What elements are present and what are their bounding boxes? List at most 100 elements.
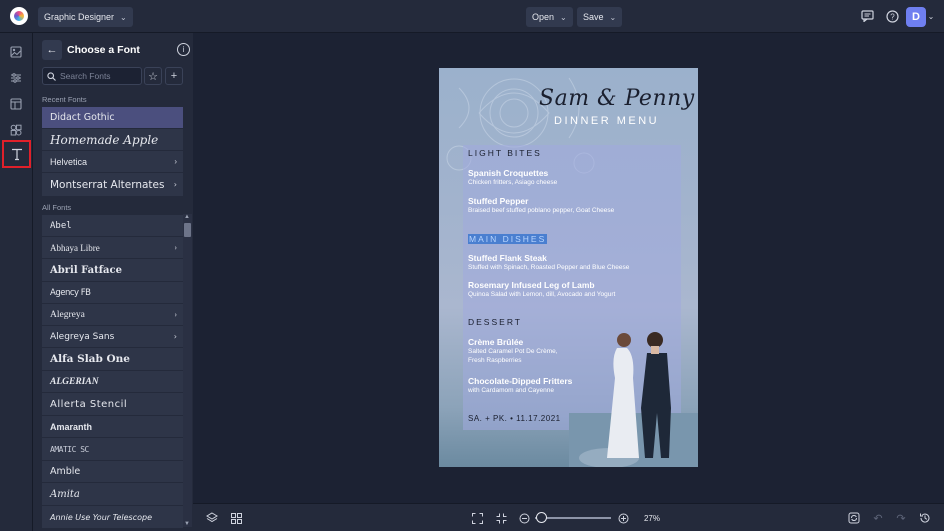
couple-photo	[569, 332, 698, 467]
font-name: AMATIC SC	[50, 444, 89, 454]
canvas-area: Sam & Penny DINNER MENU LIGHT BITES Span…	[193, 33, 944, 503]
font-item-alegreya[interactable]: Alegreya ›	[42, 304, 183, 325]
tool-rail	[0, 33, 33, 531]
top-bar: Graphic Designer ⌄ Open ⌄ Save ⌄ ? D ⌄	[0, 0, 944, 33]
dish-desc: Chicken fritters, Asiago cheese	[468, 179, 558, 186]
chevron-down-icon: ⌄	[560, 12, 567, 22]
panel-title: Choose a Font	[67, 44, 140, 56]
sliders-icon[interactable]	[6, 68, 26, 88]
zoom-out-icon[interactable]	[517, 511, 531, 525]
chevron-down-icon: ⌄	[120, 12, 127, 22]
dish-desc-line2: Fresh Raspberries	[468, 357, 522, 364]
zoom-slider-handle[interactable]	[536, 512, 547, 523]
design-subtitle: DINNER MENU	[554, 115, 660, 127]
font-item-algerian[interactable]: ALGERIAN	[42, 371, 183, 392]
grid-icon[interactable]	[229, 511, 243, 525]
font-item-amita[interactable]: Amita	[42, 483, 183, 505]
font-item-abril-fatface[interactable]: Abril Fatface	[42, 259, 183, 281]
section-heading: LIGHT BITES	[468, 148, 542, 158]
font-list-scrollbar[interactable]: ▲ ▼	[183, 214, 192, 527]
layout-icon[interactable]	[6, 94, 26, 114]
font-item-amble[interactable]: Amble	[42, 461, 183, 482]
font-name: Abhaya Libre	[50, 242, 100, 253]
comment-icon[interactable]	[857, 6, 877, 26]
font-item-homemade-apple[interactable]: Homemade Apple	[42, 129, 183, 150]
dish-name: Chocolate-Dipped Fritters	[468, 376, 573, 386]
search-input[interactable]	[60, 71, 136, 81]
undo-icon[interactable]: ↶	[871, 511, 885, 525]
fit-screen-icon[interactable]	[470, 511, 484, 525]
font-item-didact-gothic[interactable]: Didact Gothic	[42, 107, 183, 128]
favorites-star-icon[interactable]: ☆	[144, 67, 162, 85]
font-item-alegreya-sans[interactable]: Alegreya Sans ›	[42, 326, 183, 347]
text-tool-icon[interactable]	[2, 140, 31, 168]
font-item-amatic-sc[interactable]: AMATIC SC	[42, 438, 183, 460]
section-heading: DESSERT	[468, 317, 522, 327]
dish-desc: Quinoa Salad with Lemon, dill, Avocado a…	[468, 291, 616, 298]
font-item-allerta-stencil[interactable]: Allerta Stencil	[42, 393, 183, 415]
zoom-level[interactable]: 27%	[637, 511, 667, 525]
font-panel: ← Choose a Font i ☆ + Recent Fonts Didac…	[33, 33, 193, 531]
dish-desc: Stuffed with Spinach, Roasted Pepper and…	[468, 264, 630, 271]
sync-icon[interactable]	[847, 511, 861, 525]
save-label: Save	[583, 12, 604, 22]
actual-size-icon[interactable]	[494, 511, 508, 525]
design-canvas[interactable]: Sam & Penny DINNER MENU LIGHT BITES Span…	[439, 68, 698, 467]
layers-icon[interactable]	[205, 511, 219, 525]
back-arrow-icon[interactable]: ←	[42, 40, 62, 60]
dish-name: Rosemary Infused Leg of Lamb	[468, 280, 595, 290]
design-title: Sam & Penny	[539, 86, 695, 111]
scroll-down-icon[interactable]: ▼	[184, 521, 190, 527]
font-name: Didact Gothic	[50, 112, 115, 123]
info-icon[interactable]: i	[177, 43, 190, 56]
font-name: Annie Use Your Telescope	[50, 512, 153, 522]
workspace-dropdown[interactable]: Graphic Designer ⌄	[38, 7, 133, 27]
dish-name: Crème Brûlée	[468, 337, 524, 347]
font-item-abhaya-libre[interactable]: Abhaya Libre ›	[42, 237, 183, 258]
chevron-right-icon: ›	[174, 310, 177, 319]
save-button[interactable]: Save ⌄	[577, 7, 623, 27]
font-item-helvetica[interactable]: Helvetica ›	[42, 151, 183, 172]
font-name: Amita	[50, 488, 80, 500]
history-icon[interactable]	[918, 511, 932, 525]
dish-desc: Braised beef stuffed poblano pepper, Goa…	[468, 207, 615, 214]
font-name: Agency FB	[50, 287, 91, 298]
font-item-montserrat-alternates[interactable]: Montserrat Alternates ›	[42, 173, 183, 196]
user-avatar[interactable]: D	[906, 7, 926, 27]
all-fonts-label: All Fonts	[42, 203, 72, 212]
dish-desc: Salted Caramel Pot De Crème,	[468, 348, 558, 355]
scroll-up-icon[interactable]: ▲	[184, 214, 190, 220]
font-item-agency-fb[interactable]: Agency FB	[42, 282, 183, 303]
font-name: Allerta Stencil	[50, 398, 128, 410]
help-icon[interactable]: ?	[882, 6, 902, 26]
dish-name: Stuffed Flank Steak	[468, 253, 547, 263]
font-search[interactable]	[42, 67, 142, 85]
scrollbar-thumb[interactable]	[184, 223, 191, 237]
font-item-abel[interactable]: Abel	[42, 215, 183, 236]
chevron-down-icon[interactable]: ⌄	[924, 6, 938, 26]
chevron-right-icon: ›	[173, 180, 177, 189]
font-item-alfa-slab-one[interactable]: Alfa Slab One	[42, 348, 183, 370]
font-item-amaranth[interactable]: Amaranth	[42, 416, 183, 437]
bottom-toolbar: 27% ↶ ↷	[193, 503, 944, 531]
add-font-icon[interactable]: +	[165, 67, 183, 85]
panel-header: ← Choose a Font i	[42, 40, 192, 60]
chevron-down-icon: ⌄	[609, 12, 617, 22]
font-name: Amaranth	[50, 421, 93, 432]
font-name: ALGERIAN	[50, 376, 99, 387]
dish-desc: with Cardamom and Cayenne	[468, 387, 554, 394]
section-heading-selected[interactable]: MAIN DISHES	[468, 234, 548, 244]
chevron-right-icon: ›	[173, 332, 177, 341]
font-name: Alegreya	[50, 309, 85, 320]
graphics-icon[interactable]	[6, 120, 26, 140]
zoom-in-icon[interactable]	[616, 511, 630, 525]
design-footer: SA. + PK. • 11.17.2021	[468, 414, 561, 423]
svg-text:?: ?	[890, 12, 895, 21]
font-item-annie-use-your-telescope[interactable]: Annie Use Your Telescope	[42, 506, 183, 528]
image-icon[interactable]	[6, 42, 26, 62]
open-button[interactable]: Open ⌄	[526, 7, 573, 27]
app-logo[interactable]	[10, 7, 28, 25]
redo-icon[interactable]: ↷	[894, 511, 908, 525]
font-name: Homemade Apple	[50, 132, 159, 147]
font-name: Abril Fatface	[50, 264, 122, 276]
